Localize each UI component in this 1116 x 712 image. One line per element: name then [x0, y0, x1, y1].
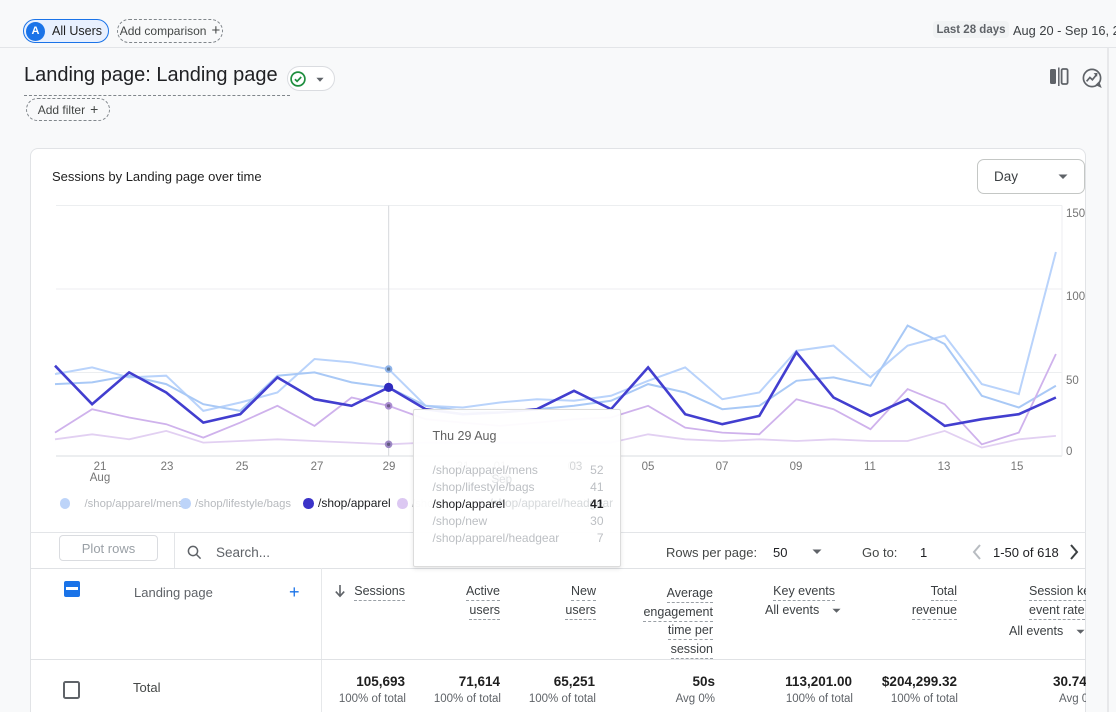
svg-text:11: 11 [864, 461, 876, 473]
svg-text:07: 07 [716, 461, 729, 473]
svg-text:13: 13 [938, 461, 951, 473]
svg-text:100: 100 [1066, 291, 1085, 303]
svg-text:09: 09 [790, 461, 803, 473]
svg-text:25: 25 [236, 461, 249, 473]
svg-text:0: 0 [1066, 446, 1072, 458]
svg-text:29: 29 [383, 461, 396, 473]
svg-text:27: 27 [311, 461, 324, 473]
svg-text:150: 150 [1066, 208, 1085, 220]
svg-text:Aug: Aug [90, 472, 110, 484]
svg-text:23: 23 [161, 461, 174, 473]
svg-text:05: 05 [642, 461, 655, 473]
svg-text:50: 50 [1066, 375, 1079, 387]
svg-text:15: 15 [1011, 461, 1024, 473]
